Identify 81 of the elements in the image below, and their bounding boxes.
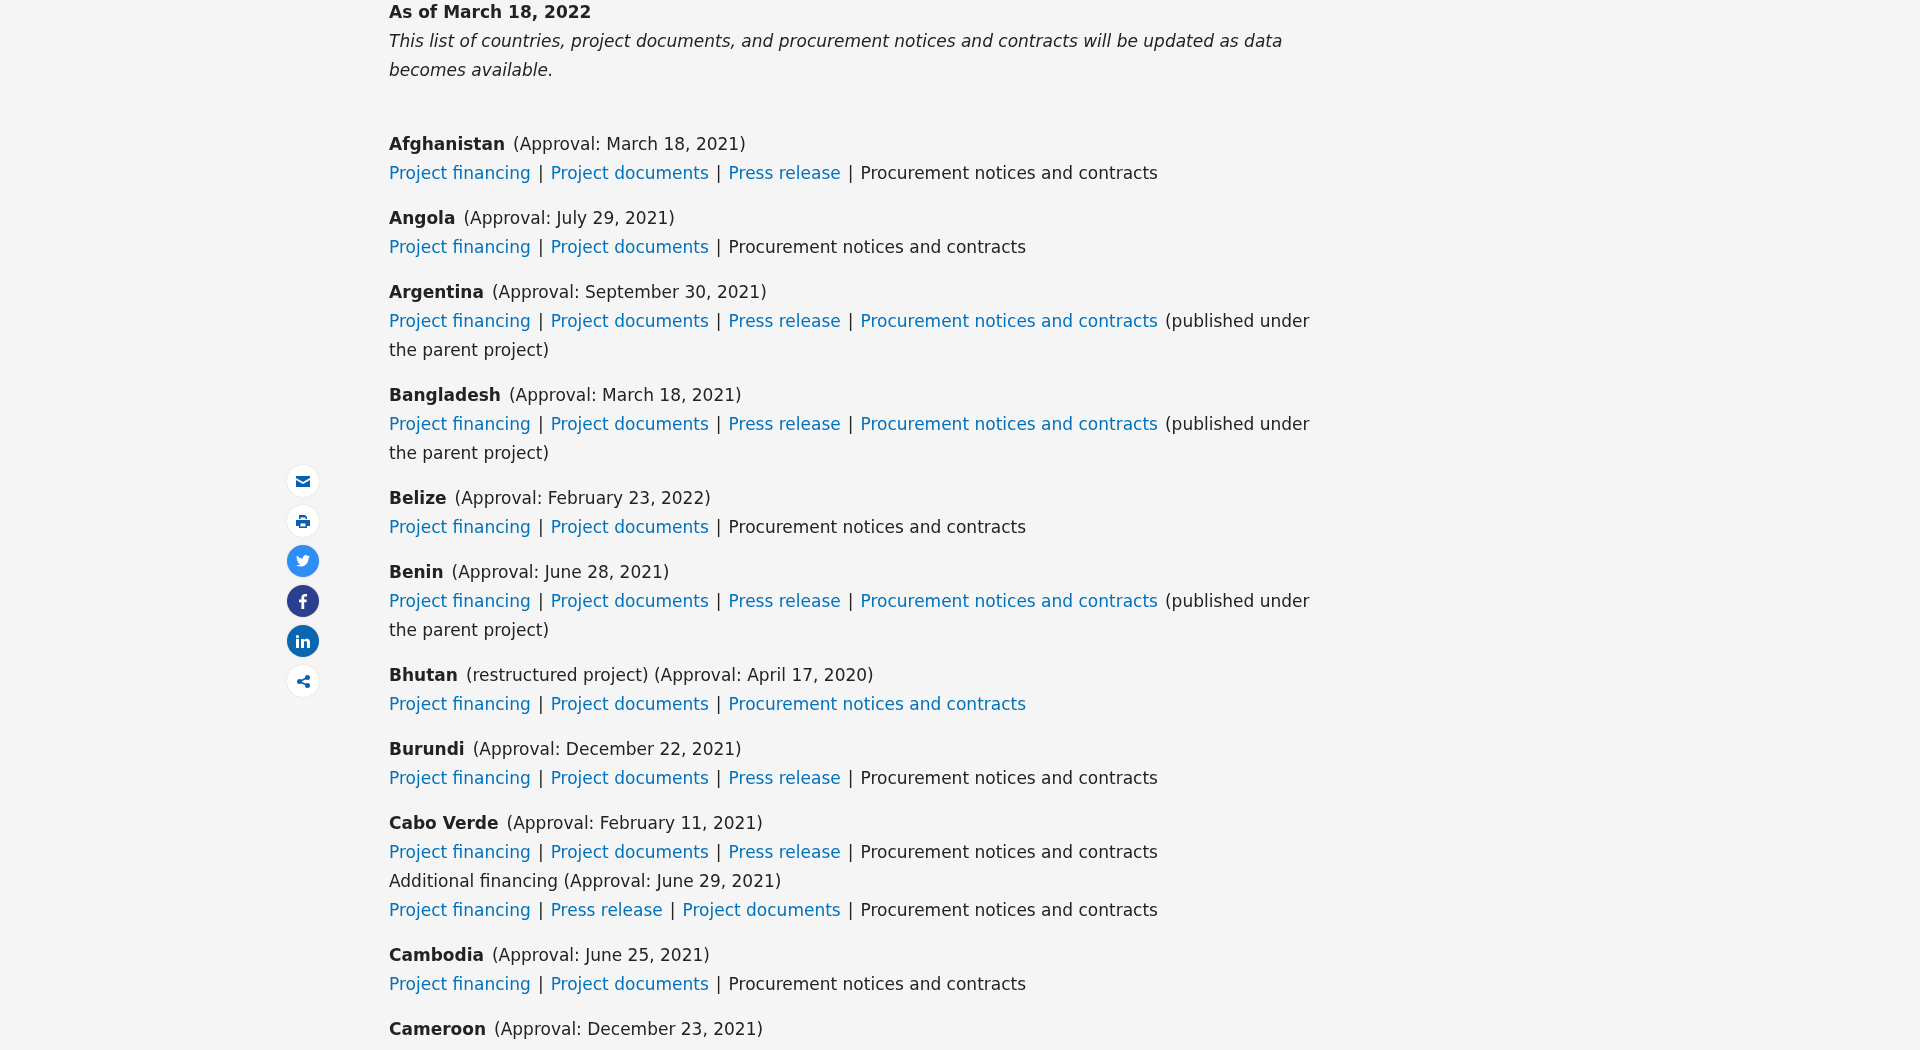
link[interactable]: Project financing <box>389 163 531 183</box>
link[interactable]: Press release <box>728 414 841 434</box>
resource-links-line: Project financing | Project documents | Press release | Procurement notices and contracts <box>389 841 1158 864</box>
share-icon <box>296 674 310 688</box>
link[interactable]: Project documents <box>550 591 709 611</box>
link[interactable]: Project financing <box>389 842 531 862</box>
link[interactable]: Project financing <box>389 694 531 714</box>
bird-icon <box>296 555 310 567</box>
country-name: Benin <box>389 562 444 582</box>
link[interactable]: Project financing <box>389 768 531 788</box>
resource-links-line: Project financing | Project documents | Procurement notices and contracts <box>389 236 1027 259</box>
country-name: Cambodia <box>389 945 484 965</box>
link[interactable]: Press release <box>728 768 841 788</box>
link[interactable]: Project documents <box>682 900 841 920</box>
link[interactable]: Project documents <box>550 768 709 788</box>
linkedin-button[interactable] <box>287 625 319 657</box>
country-name: Cameroon <box>389 1019 487 1039</box>
link[interactable]: Project financing <box>389 591 531 611</box>
link[interactable]: Project financing <box>389 237 531 257</box>
resource-links-line: Project financing | Project documents | Procurement notices and contracts <box>389 516 1027 539</box>
resource-links-line: Additional financing (Approval: June 29, 2021) <box>389 870 782 893</box>
link[interactable]: Press release <box>728 311 841 331</box>
approval-date: (Approval: June 28, 2021) <box>451 562 670 582</box>
link[interactable]: Procurement notices and contracts <box>860 591 1158 611</box>
approval-date: (Approval: June 25, 2021) <box>492 945 710 965</box>
link[interactable]: Press release <box>728 591 841 611</box>
approval-date: (Approval: February 23, 2022) <box>454 488 711 508</box>
link[interactable]: Project financing <box>389 414 531 434</box>
country-name: Afghanistan <box>389 134 506 154</box>
country-name: Angola <box>389 208 456 228</box>
intro-text: This list of countries, project documents, and procurement notices and contracts will be updated as data becomes available. <box>389 30 1284 82</box>
link[interactable]: Press release <box>728 163 841 183</box>
resource-links-line: Project financing | Project documents | Press release | Procurement notices and contracts <box>389 162 1158 185</box>
link[interactable]: Project documents <box>550 517 709 537</box>
approval-date: (Approval: February 11, 2021) <box>506 813 763 833</box>
resource-links-line: Project financing | Press release | Project documents | Procurement notices and contracts <box>389 899 1158 922</box>
link[interactable]: Project documents <box>550 311 709 331</box>
link[interactable]: Press release <box>550 900 663 920</box>
approval-date: (Approval: December 22, 2021) <box>472 739 742 759</box>
email-icon <box>296 475 310 487</box>
country-name: Cabo Verde <box>389 813 499 833</box>
linkedin-icon <box>296 634 310 648</box>
country-name: Belize <box>389 488 447 508</box>
approval-date: (Approval: December 23, 2021) <box>494 1019 764 1039</box>
facebook-icon <box>299 593 307 609</box>
resource-links-line: Project financing | Project documents | Press release | Procurement notices and contracts (published under the parent project) <box>389 413 1311 465</box>
link[interactable]: Project documents <box>550 974 709 994</box>
facebook-button[interactable] <box>287 585 319 617</box>
approval-date: (Approval: March 18, 2021) <box>508 385 742 405</box>
share-button[interactable] <box>287 665 319 697</box>
resource-links-line: Project financing | Project documents | Procurement notices and contracts <box>389 693 1027 716</box>
link[interactable]: Procurement notices and contracts <box>860 414 1158 434</box>
twitter-button[interactable] <box>287 545 319 577</box>
link[interactable]: Procurement notices and contracts <box>860 311 1158 331</box>
approval-date: (restructured project) (Approval: April 17, 2020) <box>465 665 874 685</box>
link[interactable]: Project documents <box>550 237 709 257</box>
link[interactable]: Press release <box>728 842 841 862</box>
link[interactable]: Project documents <box>550 414 709 434</box>
country-name: Bhutan <box>389 665 458 685</box>
approval-date: (Approval: September 30, 2021) <box>491 282 767 302</box>
email-button[interactable] <box>287 465 319 497</box>
country-name: Argentina <box>389 282 484 302</box>
link[interactable]: Project financing <box>389 311 531 331</box>
resource-links-line: Project financing | Project documents | Press release | Procurement notices and contracts <box>389 767 1158 790</box>
resource-links-line: Project financing | Project documents | Procurement notices and contracts <box>389 973 1027 996</box>
link[interactable]: Project documents <box>550 694 709 714</box>
date-heading: As of March 18, 2022 <box>389 1 593 24</box>
print-icon <box>296 514 310 528</box>
link[interactable]: Project documents <box>550 163 709 183</box>
approval-date: (Approval: July 29, 2021) <box>463 208 675 228</box>
link[interactable]: Project financing <box>389 974 531 994</box>
link[interactable]: Project financing <box>389 900 531 920</box>
country-name: Bangladesh <box>389 385 501 405</box>
approval-date: (Approval: March 18, 2021) <box>513 134 746 154</box>
resource-links-line: Project financing | Project documents | Press release | Procurement notices and contracts (published under the parent project) <box>389 590 1311 642</box>
print-button[interactable] <box>287 505 319 537</box>
country-name: Burundi <box>389 739 465 759</box>
resource-links-line: Project financing | Project documents | Press release | Procurement notices and contracts (published under the parent project) <box>389 310 1311 362</box>
link[interactable]: Procurement notices and contracts <box>728 694 1027 714</box>
link[interactable]: Project documents <box>550 842 709 862</box>
link[interactable]: Project financing <box>389 517 531 537</box>
